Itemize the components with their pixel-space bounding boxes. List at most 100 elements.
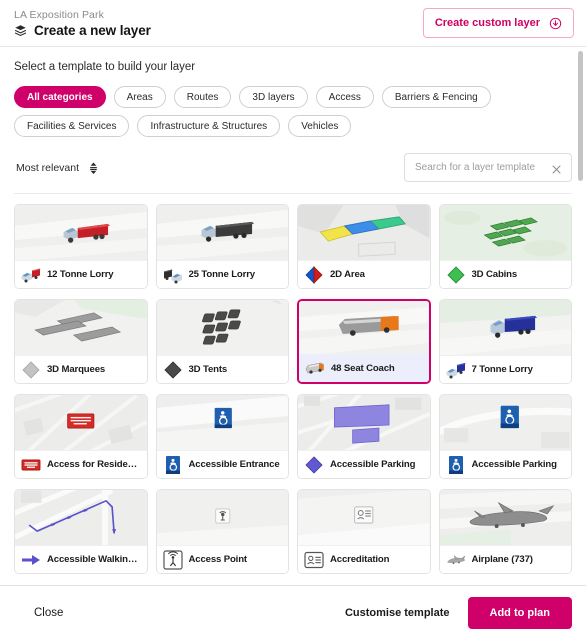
toolbar-divider: [14, 193, 572, 194]
chip-all-categories[interactable]: All categories: [14, 86, 106, 108]
dialog-header: LA Exposition Park Create a new layer Cr…: [0, 0, 586, 47]
card-preview-image: [156, 205, 288, 260]
card-preview-image: [298, 205, 430, 260]
coach-icon: [305, 358, 325, 378]
search-box[interactable]: [404, 153, 572, 182]
template-card[interactable]: Accessible Parking: [438, 394, 572, 479]
scrollbar-track[interactable]: [578, 47, 583, 585]
card-preview-image: [15, 205, 147, 260]
title-row: Create a new layer: [14, 23, 151, 38]
footer-actions: Customise template Add to plan: [341, 596, 572, 629]
template-card[interactable]: Access Point: [155, 489, 289, 574]
card-title: Access for Resident…: [47, 459, 141, 470]
card-preview-image: [439, 395, 571, 450]
scrollbar-thumb[interactable]: [578, 51, 583, 181]
template-card[interactable]: 48 Seat Coach: [297, 299, 431, 384]
template-browser-content: Select a template to build your layer Al…: [0, 47, 586, 585]
category-filter-chips: All categories Areas Routes 3D layers Access…: [14, 86, 572, 137]
template-card[interactable]: 2D Area: [297, 204, 431, 289]
template-card-grid: 12 Tonne Lorry 25 Tonne Lorry 2D Area 3D…: [14, 204, 572, 580]
template-card[interactable]: Accessible Parking: [297, 394, 431, 479]
sort-arrows-icon: [89, 162, 98, 174]
add-to-plan-button[interactable]: Add to plan: [467, 596, 572, 629]
card-label-row: 48 Seat Coach: [299, 354, 429, 382]
header-left: LA Exposition Park Create a new layer: [14, 9, 151, 38]
card-title: 3D Cabins: [471, 269, 518, 280]
template-card[interactable]: 25 Tonne Lorry: [155, 204, 289, 289]
chip-barriers-fencing[interactable]: Barriers & Fencing: [381, 86, 491, 108]
chip-access[interactable]: Access: [315, 86, 374, 108]
create-custom-layer-button[interactable]: Create custom layer: [422, 8, 574, 38]
template-card[interactable]: 3D Tents: [155, 299, 289, 384]
card-title: Accessible Entrance: [188, 459, 280, 470]
close-icon[interactable]: [551, 162, 562, 174]
card-preview-image: [15, 490, 147, 545]
card-label-row: Accessible Parking: [439, 450, 571, 478]
card-title: 12 Tonne Lorry: [47, 269, 114, 280]
card-preview-image: [15, 395, 147, 450]
card-preview-image: [298, 490, 430, 545]
card-preview-image: [156, 300, 288, 355]
diamond-darkgrey-icon: [163, 360, 183, 380]
card-preview-image: [15, 300, 147, 355]
lorry-red-icon: [21, 265, 41, 285]
card-label-row: Airplane (737): [439, 545, 571, 573]
sign-accessible-icon: [446, 455, 466, 475]
card-preview-image: [299, 301, 429, 354]
template-card[interactable]: 12 Tonne Lorry: [14, 204, 148, 289]
layers-icon: [14, 24, 27, 37]
card-title: 48 Seat Coach: [331, 362, 395, 374]
chip-3d-layers[interactable]: 3D layers: [239, 86, 308, 108]
template-card[interactable]: Accessible Walking …: [14, 489, 148, 574]
dialog-footer: Close Customise template Add to plan: [0, 585, 586, 639]
badge-icon: [304, 550, 324, 570]
card-title: Accreditation: [330, 554, 390, 565]
card-title: Airplane (737): [471, 554, 533, 565]
template-card[interactable]: Accessible Entrance: [155, 394, 289, 479]
diamond-redblue-icon: [304, 265, 324, 285]
card-label-row: 25 Tonne Lorry: [156, 260, 288, 288]
close-button[interactable]: Close: [30, 599, 67, 627]
card-label-row: 2D Area: [298, 260, 430, 288]
airplane-icon: [446, 550, 466, 570]
arrow-purple-icon: [21, 550, 41, 570]
template-card[interactable]: Access for Resident…: [14, 394, 148, 479]
chip-routes[interactable]: Routes: [173, 86, 232, 108]
card-title: 2D Area: [330, 269, 365, 280]
sign-accessible-icon: [163, 455, 183, 475]
chip-facilities-services[interactable]: Facilities & Services: [14, 115, 130, 137]
diamond-green-icon: [446, 265, 466, 285]
create-custom-layer-label: Create custom layer: [434, 17, 540, 29]
chip-vehicles[interactable]: Vehicles: [288, 115, 352, 137]
card-label-row: 3D Marquees: [15, 355, 147, 383]
card-label-row: Access Point: [156, 545, 288, 573]
template-card[interactable]: 7 Tonne Lorry: [438, 299, 572, 384]
card-label-row: 3D Cabins: [439, 260, 571, 288]
card-label-row: Accessible Parking: [298, 450, 430, 478]
sort-control[interactable]: Most relevant: [14, 158, 100, 178]
customise-template-button[interactable]: Customise template: [341, 599, 454, 627]
card-preview-image: [156, 490, 288, 545]
template-card[interactable]: 3D Cabins: [438, 204, 572, 289]
card-label-row: Accreditation: [298, 545, 430, 573]
card-title: Access Point: [188, 554, 247, 565]
template-card[interactable]: 3D Marquees: [14, 299, 148, 384]
card-preview-image: [156, 395, 288, 450]
card-label-row: Accessible Entrance: [156, 450, 288, 478]
card-preview-image: [298, 395, 430, 450]
sort-value: Most relevant: [16, 161, 80, 174]
template-card[interactable]: Accreditation: [297, 489, 431, 574]
lorry-blue-icon: [446, 360, 466, 380]
card-title: Accessible Parking: [330, 459, 416, 470]
chip-areas[interactable]: Areas: [113, 86, 166, 108]
card-label-row: 7 Tonne Lorry: [439, 355, 571, 383]
page-title: Create a new layer: [34, 22, 151, 38]
search-input[interactable]: [415, 162, 545, 173]
card-label-row: 3D Tents: [156, 355, 288, 383]
card-title: Accessible Parking: [471, 459, 557, 470]
create-layer-dialog: LA Exposition Park Create a new layer Cr…: [0, 0, 586, 639]
template-card[interactable]: Airplane (737): [438, 489, 572, 574]
card-title: Accessible Walking …: [47, 554, 141, 565]
chip-infrastructure-structures[interactable]: Infrastructure & Structures: [137, 115, 281, 137]
card-title: 7 Tonne Lorry: [471, 364, 533, 375]
